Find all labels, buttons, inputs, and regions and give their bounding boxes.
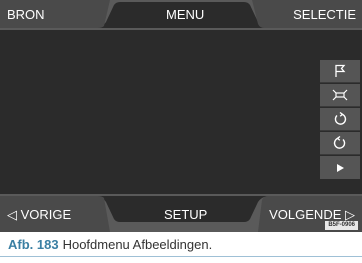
figure-number: Afb. 183 [8,237,59,252]
rotate-left-button[interactable] [320,108,360,131]
figure-code: B5F-0906 [325,221,358,230]
bron-button[interactable]: BRON [7,7,45,23]
play-button[interactable] [320,156,360,179]
play-icon [337,163,344,172]
rotate-left-icon [334,112,347,125]
figure-caption: Afb. 183 Hoofdmenu Afbeeldingen. [8,237,212,252]
screen-frame [0,0,362,232]
menu-button[interactable]: MENU [166,7,204,23]
fit-screen-button[interactable] [320,84,360,107]
fit-screen-icon [332,89,348,101]
caption-text: Hoofdmenu Afbeeldingen. [62,237,213,252]
vorige-button[interactable]: ◁ VORIGE [7,207,71,223]
display-screen: BRON MENU SELECTIE ◁ VORIGE SETUP VOLGEN… [0,0,362,232]
rotate-right-button[interactable] [320,132,360,155]
setup-button[interactable]: SETUP [164,207,207,223]
selectie-button[interactable]: SELECTIE [293,7,356,23]
flag-button[interactable] [320,60,360,83]
flag-icon [335,64,346,77]
caption-divider [0,256,362,257]
rotate-right-icon [333,136,346,149]
